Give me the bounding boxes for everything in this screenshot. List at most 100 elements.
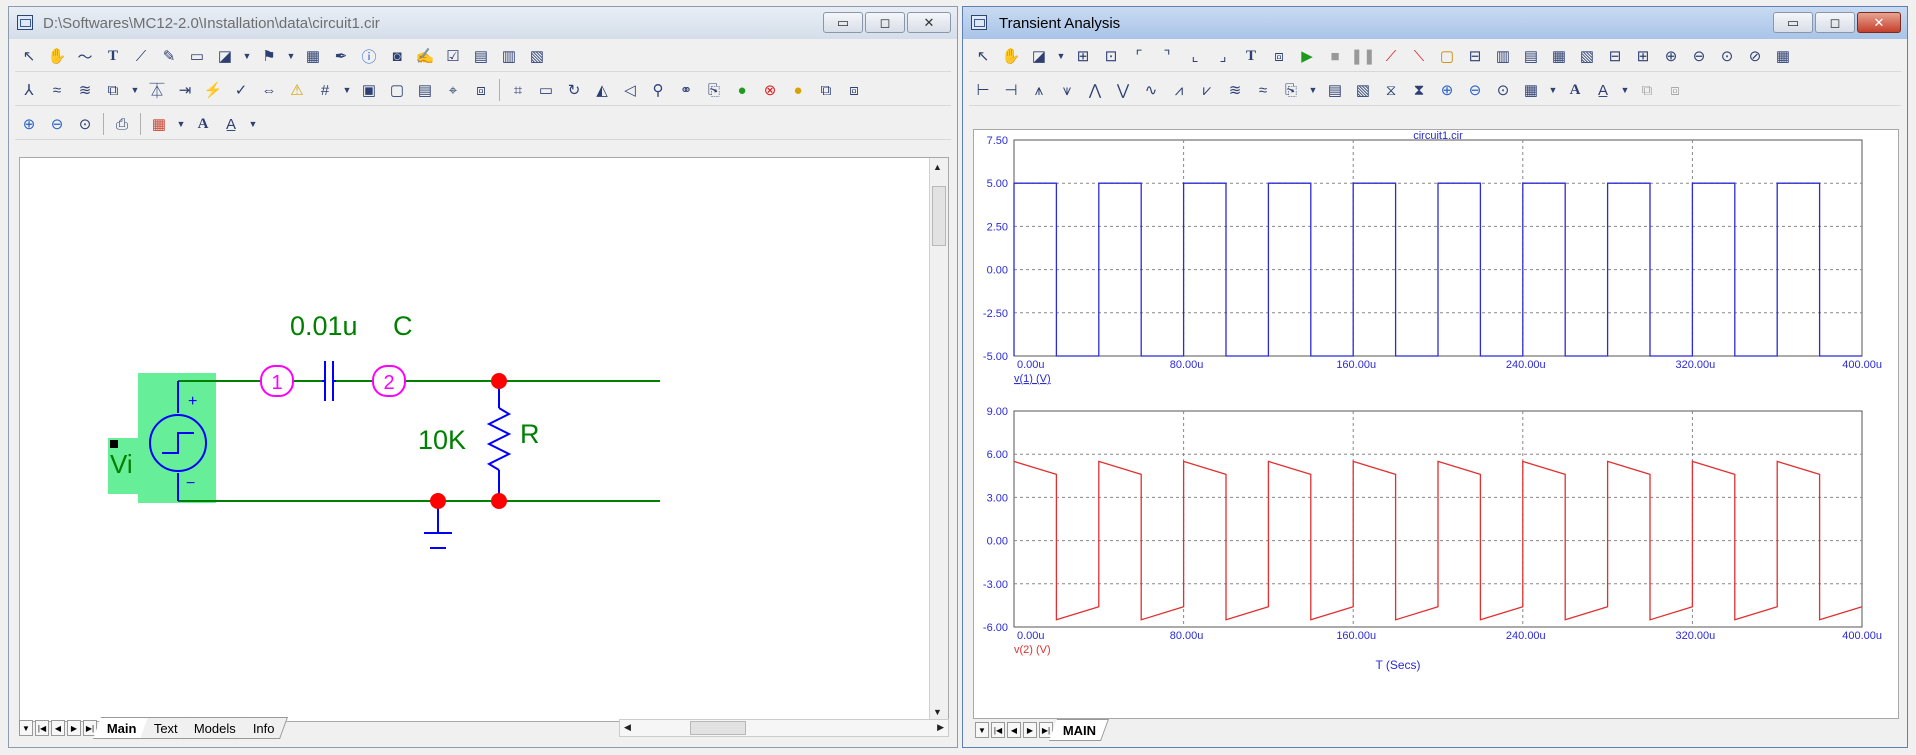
next-tab-icon[interactable]: ▶: [67, 720, 81, 736]
format-dropdown-icon[interactable]: ▼: [1620, 79, 1630, 101]
delete-icon[interactable]: ⊗: [759, 79, 781, 101]
grid-split-icon[interactable]: ⊞: [1632, 45, 1654, 67]
pin-connections-icon[interactable]: ⧉: [102, 79, 124, 101]
border-icon[interactable]: ▣: [358, 79, 380, 101]
page-icon[interactable]: ▥: [498, 45, 520, 67]
trace-plot-icon[interactable]: ⟋: [1380, 45, 1402, 67]
horizontal-split-icon[interactable]: ⊟: [1604, 45, 1626, 67]
help-icon[interactable]: ◙: [386, 45, 408, 67]
format-icon[interactable]: A̲: [220, 113, 242, 135]
horizontal-scroll-thumb[interactable]: [690, 721, 746, 735]
prev-tab-icon[interactable]: ◀: [1007, 722, 1021, 738]
bring-front-icon[interactable]: ⧈: [470, 79, 492, 101]
grid-text-icon[interactable]: ▤: [470, 45, 492, 67]
zoom-area-icon[interactable]: ⊙: [1492, 79, 1514, 101]
top-icon[interactable]: ≋: [1224, 79, 1246, 101]
tab-main-analysis[interactable]: MAIN: [1048, 719, 1110, 741]
conditions-icon[interactable]: ✓: [230, 79, 252, 101]
print-icon[interactable]: ⎙: [111, 113, 133, 135]
scroll-right-icon[interactable]: ▶: [937, 722, 944, 733]
voltage-icon[interactable]: ⏄: [146, 79, 168, 101]
rotate-icon[interactable]: ↻: [563, 79, 585, 101]
attribute-icon[interactable]: ✒: [330, 45, 352, 67]
select-pointer-icon[interactable]: ↖: [972, 45, 994, 67]
text-tool-icon[interactable]: T: [102, 45, 124, 67]
binoculars-icon[interactable]: ⚭: [675, 79, 697, 101]
flag-icon[interactable]: ⚑: [258, 45, 280, 67]
run-icon[interactable]: ▶: [1296, 45, 1318, 67]
shapes-icon[interactable]: ◪: [214, 45, 236, 67]
tag-icon[interactable]: ⧈: [1268, 45, 1290, 67]
valley-icon[interactable]: ⌟: [1212, 45, 1234, 67]
format-icon[interactable]: A̲: [1592, 79, 1614, 101]
flip-x-icon[interactable]: ◭: [591, 79, 613, 101]
zoom-x-icon[interactable]: ⊕: [1660, 45, 1682, 67]
cursor-icon[interactable]: ⌖: [442, 79, 464, 101]
find-icon[interactable]: ⚲: [647, 79, 669, 101]
component-icon[interactable]: ▭: [186, 45, 208, 67]
grid-icon[interactable]: #: [314, 79, 336, 101]
panel-b-icon[interactable]: ▤: [1520, 45, 1542, 67]
vertical-scrollbar[interactable]: ▲ ▼: [929, 158, 948, 721]
analysis-titlebar[interactable]: Transient Analysis ▭ ◻ ✕: [963, 7, 1907, 39]
trace-clear-icon[interactable]: ⟍: [1408, 45, 1430, 67]
pause-icon[interactable]: ❚❚: [1350, 45, 1375, 67]
first-tab-icon[interactable]: |◀: [991, 722, 1005, 738]
step-box-icon[interactable]: ⌗: [507, 79, 529, 101]
minimize-button[interactable]: ▭: [823, 12, 863, 33]
text-tool-icon[interactable]: T: [1240, 45, 1262, 67]
scroll-left-icon[interactable]: ◀: [624, 722, 631, 733]
shapes-dropdown-icon[interactable]: ▼: [242, 45, 252, 67]
step-text-icon[interactable]: ▭: [535, 79, 557, 101]
global-low-icon[interactable]: ⩗: [1196, 79, 1218, 101]
info-icon[interactable]: ⓘ: [358, 45, 380, 67]
power-icon[interactable]: ⚡: [202, 79, 224, 101]
tokens-icon[interactable]: ⧖: [1380, 79, 1402, 101]
pan-hand-icon[interactable]: ✋: [1000, 45, 1022, 67]
minimize-button[interactable]: ▭: [1773, 12, 1813, 33]
shapes-icon[interactable]: ◪: [1028, 45, 1050, 67]
stop-icon[interactable]: ■: [1324, 45, 1346, 67]
flip-y-icon[interactable]: ◁: [619, 79, 641, 101]
bottom-icon[interactable]: ≈: [1252, 79, 1274, 101]
table-icon[interactable]: ▦: [302, 45, 324, 67]
cursor-prev-icon[interactable]: ⊣: [1000, 79, 1022, 101]
duplicate-icon[interactable]: ⧈: [843, 79, 865, 101]
properties-icon[interactable]: ▧: [526, 45, 548, 67]
scale-icon[interactable]: ⊞: [1072, 45, 1094, 67]
scroll-thumb[interactable]: [932, 186, 946, 246]
schematic-canvas[interactable]: + − Vi 1 0.01u C 2 10K R ▲ ▼: [19, 157, 949, 722]
add-icon[interactable]: ●: [731, 79, 753, 101]
probe-icon[interactable]: ✎: [158, 45, 180, 67]
inflection-icon[interactable]: ∿: [1140, 79, 1162, 101]
color-palette-icon[interactable]: ▦: [148, 113, 170, 135]
copy-icon[interactable]: ⧉: [815, 79, 837, 101]
plot-area[interactable]: 0.00u 80.00u 160.00u 240.00u 320.00u 400.00u 7…: [973, 129, 1899, 719]
current-icon[interactable]: ⇥: [174, 79, 196, 101]
select-pointer-icon[interactable]: ↖: [18, 45, 40, 67]
wire-icon[interactable]: 〜: [74, 45, 96, 67]
zoom-y-icon[interactable]: ⊖: [1688, 45, 1710, 67]
properties-icon[interactable]: ▦: [1772, 45, 1794, 67]
valley-find-icon[interactable]: ⩛: [1056, 79, 1078, 101]
scroll-down-icon[interactable]: ▼: [933, 707, 942, 717]
paste-icon[interactable]: ⎘: [703, 79, 725, 101]
list-icon[interactable]: ▤: [1324, 79, 1346, 101]
maximize-button[interactable]: ◻: [1815, 12, 1855, 33]
cursor-next-icon[interactable]: ⊢: [972, 79, 994, 101]
shapes-dropdown-icon[interactable]: ▼: [1056, 45, 1066, 67]
pan-hand-icon[interactable]: ✋: [46, 45, 68, 67]
prev-tab-icon[interactable]: ◀: [51, 720, 65, 736]
more-icon[interactable]: ●: [787, 79, 809, 101]
font-icon[interactable]: A: [1564, 79, 1586, 101]
cursor-right-icon[interactable]: ⌝: [1156, 45, 1178, 67]
tab-menu-icon[interactable]: ▼: [19, 720, 33, 736]
clipboard-icon[interactable]: ⎘: [1280, 79, 1302, 101]
color-dropdown-icon[interactable]: ▼: [1548, 79, 1558, 101]
global-high-icon[interactable]: ⩘: [1168, 79, 1190, 101]
numeric-icon[interactable]: ▧: [1352, 79, 1374, 101]
grid-dropdown-icon[interactable]: ▼: [342, 79, 352, 101]
zoom-fit-icon[interactable]: ⊙: [74, 113, 96, 135]
zoom-reset-icon[interactable]: ⊘: [1744, 45, 1766, 67]
split-icon[interactable]: ⊟: [1464, 45, 1486, 67]
